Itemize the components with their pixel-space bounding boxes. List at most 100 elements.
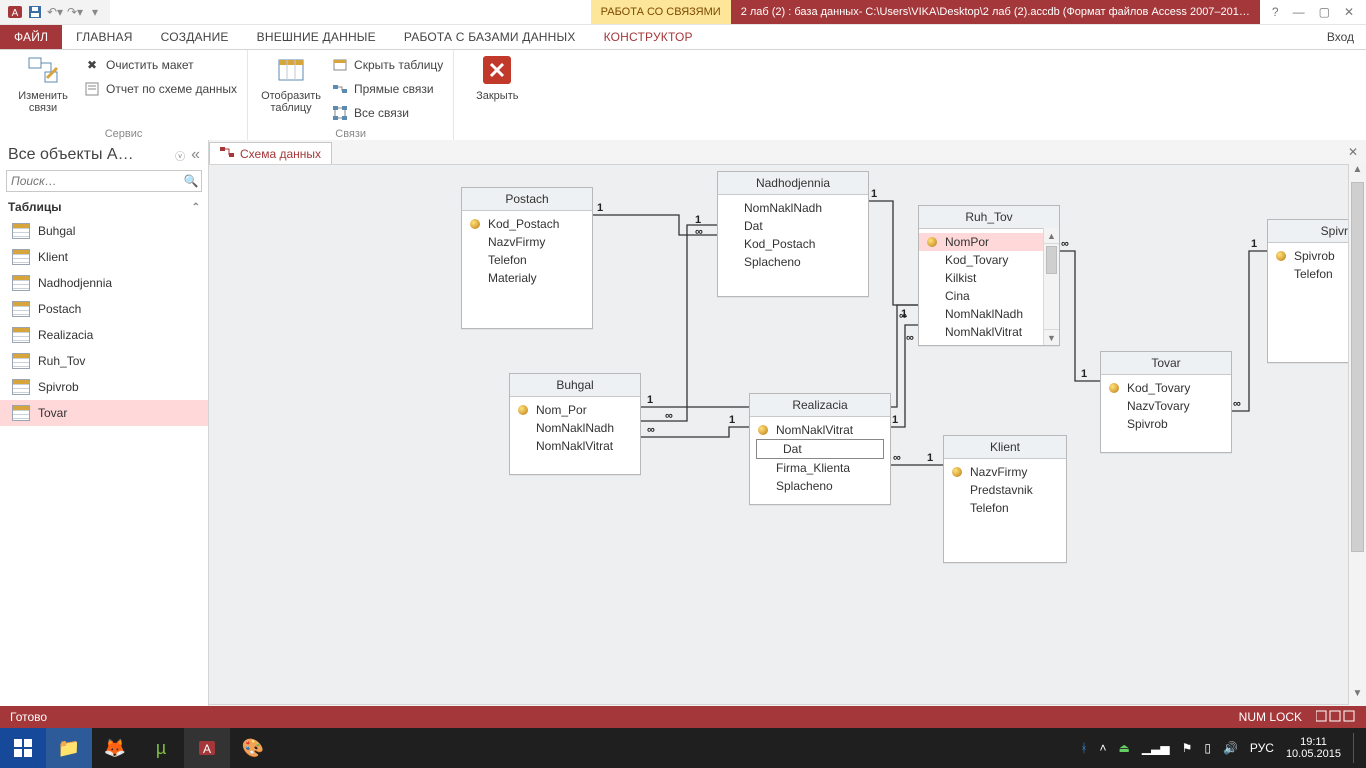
table-scrollbar[interactable]: ▲▼ — [1043, 228, 1059, 345]
field-kod_tovary[interactable]: Kod_Tovary — [1101, 379, 1231, 397]
taskbar-paint[interactable]: 🎨 — [230, 728, 276, 768]
all-relations-button[interactable]: Все связи — [332, 102, 443, 124]
field-firma_klienta[interactable]: Firma_Klienta — [750, 459, 890, 477]
tab-file[interactable]: ФАЙЛ — [0, 25, 62, 49]
show-table-button[interactable]: Отобразить таблицу — [258, 54, 324, 114]
safely-remove-icon[interactable]: ⏏ — [1119, 741, 1130, 755]
action-center-icon[interactable]: ⚑ — [1182, 741, 1193, 755]
table-nadhodjennia[interactable]: Nadhodjennia NomNaklNadhDatKod_PostachSpl… — [717, 171, 869, 297]
table-header[interactable]: Nadhodjennia — [718, 172, 868, 195]
field-dat[interactable]: Dat — [718, 217, 868, 235]
nav-item-buhgal[interactable]: Buhgal — [0, 218, 208, 244]
table-postach[interactable]: PostachKod_PostachNazvFirmyTelefonMateri… — [461, 187, 593, 329]
taskbar-utorrent[interactable]: µ — [138, 728, 184, 768]
field-spivrob[interactable]: Spivrob — [1101, 415, 1231, 433]
table-buhgal[interactable]: Buhgal Nom_PorNomNaklNadhNomNaklVitrat — [509, 373, 641, 475]
nav-category-tables[interactable]: Таблицы ⌃ — [0, 196, 208, 218]
nav-item-klient[interactable]: Klient — [0, 244, 208, 270]
save-icon[interactable] — [26, 3, 44, 21]
close-button[interactable]: Закрыть — [464, 54, 530, 102]
language-indicator[interactable]: РУС — [1250, 741, 1274, 755]
table-header[interactable]: Klient — [944, 436, 1066, 459]
table-header[interactable]: Buhgal — [510, 374, 640, 397]
field-nazvfirmy[interactable]: NazvFirmy — [944, 463, 1066, 481]
show-desktop[interactable] — [1353, 733, 1360, 763]
tab-external-data[interactable]: ВНЕШНИЕ ДАННЫЕ — [243, 25, 390, 49]
nav-dropdown-icon[interactable]: ⓥ — [175, 148, 185, 163]
table-tovar[interactable]: Tovar Kod_TovaryNazvTovarySpivrob — [1100, 351, 1232, 453]
taskbar-access[interactable]: A — [184, 728, 230, 768]
scroll-down-icon[interactable]: ▼ — [1349, 688, 1366, 705]
field-materialy[interactable]: Materialy — [462, 269, 592, 287]
tab-database-tools[interactable]: РАБОТА С БАЗАМИ ДАННЫХ — [390, 25, 590, 49]
field-nompor[interactable]: NomPor — [919, 233, 1043, 251]
field-kod_tovary[interactable]: Kod_Tovary — [919, 251, 1043, 269]
tab-designer[interactable]: КОНСТРУКТОР — [590, 25, 707, 49]
table-header[interactable]: Tovar — [1101, 352, 1231, 375]
minimize-icon[interactable]: — — [1293, 5, 1305, 19]
network-icon[interactable]: ▁▃▅ — [1142, 741, 1170, 755]
table-ruh_tov[interactable]: Ruh_TovNomPorKod_TovaryKilkistCinaNomNak… — [918, 205, 1060, 346]
field-nomnaklvitrat[interactable]: NomNaklVitrat — [919, 323, 1043, 341]
view-icons[interactable] — [1316, 709, 1356, 726]
vertical-scrollbar[interactable]: ▲ ▼ — [1348, 164, 1366, 705]
relationships-canvas[interactable]: 1∞1∞1∞11∞11∞∞1∞1∞1 PostachKod_PostachNaz… — [209, 165, 1366, 704]
table-header[interactable]: Postach — [462, 188, 592, 211]
field-nom_por[interactable]: Nom_Por — [510, 401, 640, 419]
table-klient[interactable]: KlientNazvFirmyPredstavnikTelefon — [943, 435, 1067, 563]
redo-icon[interactable]: ↷▾ — [66, 3, 84, 21]
field-dat[interactable]: Dat — [756, 439, 884, 459]
search-icon[interactable]: 🔍 — [181, 174, 201, 188]
signin-link[interactable]: Вход — [1315, 25, 1366, 49]
nav-item-ruh_tov[interactable]: Ruh_Tov — [0, 348, 208, 374]
table-header[interactable]: Ruh_Tov — [919, 206, 1059, 229]
field-cina[interactable]: Cina — [919, 287, 1043, 305]
field-kod_postach[interactable]: Kod_Postach — [462, 215, 592, 233]
edit-relationships-button[interactable]: Изменить связи — [10, 54, 76, 114]
nav-item-nadhodjennia[interactable]: Nadhodjennia — [0, 270, 208, 296]
nav-header[interactable]: Все объекты A… ⓥ « — [0, 140, 208, 170]
field-nomnaklnadh[interactable]: NomNaklNadh — [510, 419, 640, 437]
vscroll-thumb[interactable] — [1351, 182, 1364, 552]
close-window-icon[interactable]: ✕ — [1344, 5, 1354, 19]
tray-chevron-icon[interactable]: ˄ — [1100, 741, 1107, 755]
nav-item-tovar[interactable]: Tovar — [0, 400, 208, 426]
close-tab-icon[interactable]: ✕ — [1340, 140, 1366, 164]
field-nazvtovary[interactable]: NazvTovary — [1101, 397, 1231, 415]
restore-icon[interactable]: ▢ — [1319, 5, 1330, 19]
taskbar-firefox[interactable]: 🦊 — [92, 728, 138, 768]
clock[interactable]: 19:1110.05.2015 — [1286, 736, 1341, 760]
table-realizacia[interactable]: Realizacia NomNaklVitratDatFirma_KlientaS… — [749, 393, 891, 505]
undo-icon[interactable]: ↶▾ — [46, 3, 64, 21]
hide-table-button[interactable]: Скрыть таблицу — [332, 54, 443, 76]
qat-customize-icon[interactable]: ▾ — [86, 3, 104, 21]
field-splacheno[interactable]: Splacheno — [718, 253, 868, 271]
field-kod_postach[interactable]: Kod_Postach — [718, 235, 868, 253]
scroll-up-icon[interactable]: ▲ — [1349, 164, 1366, 181]
field-splacheno[interactable]: Splacheno — [750, 477, 890, 495]
clear-layout-button[interactable]: ✖Очистить макет — [84, 54, 237, 76]
field-nomnaklvitrat[interactable]: NomNaklVitrat — [510, 437, 640, 455]
table-header[interactable]: Realizacia — [750, 394, 890, 417]
direct-relations-button[interactable]: Прямые связи — [332, 78, 443, 100]
field-nomnaklvitrat[interactable]: NomNaklVitrat — [750, 421, 890, 439]
volume-icon[interactable]: 🔊 — [1223, 741, 1238, 755]
start-button[interactable] — [0, 728, 46, 768]
field-kilkist[interactable]: Kilkist — [919, 269, 1043, 287]
field-nomnaklnadh[interactable]: NomNaklNadh — [919, 305, 1043, 323]
nav-collapse-icon[interactable]: « — [191, 146, 200, 164]
nav-item-realizacia[interactable]: Realizacia — [0, 322, 208, 348]
field-telefon[interactable]: Telefon — [462, 251, 592, 269]
field-nomnaklnadh[interactable]: NomNaklNadh — [718, 199, 868, 217]
taskbar-explorer[interactable]: 📁 — [46, 728, 92, 768]
tab-home[interactable]: ГЛАВНАЯ — [62, 25, 146, 49]
battery-icon[interactable]: ▯ — [1204, 741, 1211, 755]
search-input[interactable] — [7, 171, 181, 191]
nav-item-postach[interactable]: Postach — [0, 296, 208, 322]
tab-schema[interactable]: Схема данных — [209, 142, 332, 164]
tab-create[interactable]: СОЗДАНИЕ — [147, 25, 243, 49]
relationships-report-button[interactable]: Отчет по схеме данных — [84, 78, 237, 100]
nav-item-spivrob[interactable]: Spivrob — [0, 374, 208, 400]
field-predstavnik[interactable]: Predstavnik — [944, 481, 1066, 499]
help-icon[interactable]: ? — [1272, 5, 1279, 19]
